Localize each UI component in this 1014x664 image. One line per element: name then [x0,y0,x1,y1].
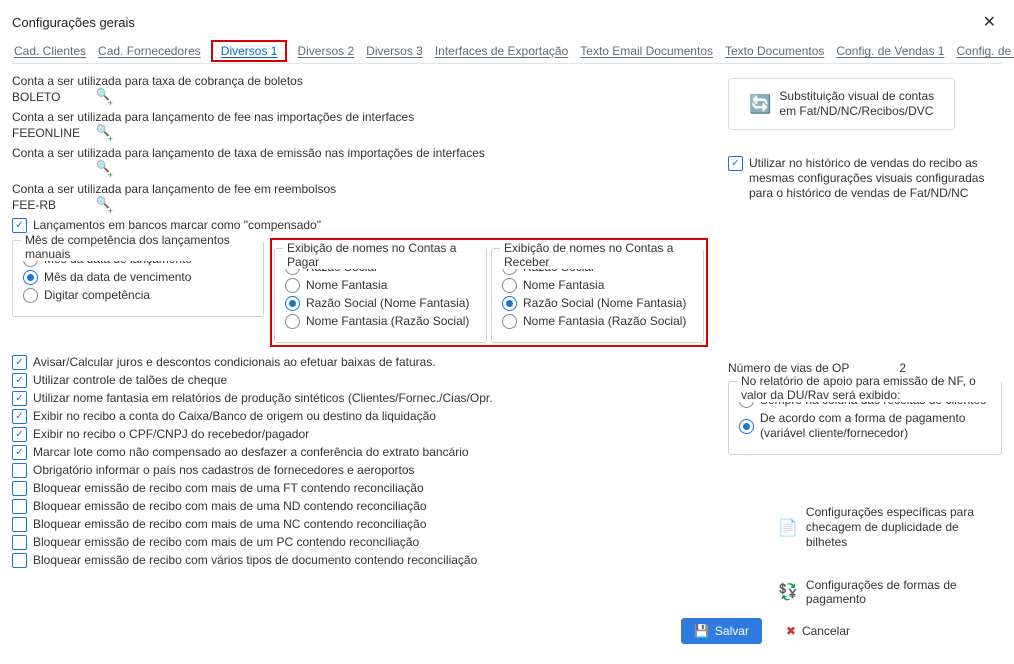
window-title: Configurações gerais [12,15,135,30]
label-mes-vencimento: Mês da data de vencimento [44,270,191,285]
label-conta-fee-import: Conta a ser utilizada para lançamento de… [12,110,708,124]
radio-pagar-fantasia[interactable] [285,278,300,293]
lookup-icon[interactable] [96,126,110,140]
checklist-label: Bloquear emissão de recibo com mais de u… [33,535,419,550]
label-opt: Nome Fantasia [523,278,604,293]
legend-relatorio-nf: No relatório de apoio para emissão de NF… [737,374,1001,402]
tab-config-vendas-1[interactable]: Config. de Vendas 1 [834,40,946,62]
label-historico-vendas: Utilizar no histórico de vendas do recib… [749,156,1002,201]
legend-contas-pagar: Exibição de nomes no Contas a Pagar [283,241,486,269]
close-icon[interactable]: ✕ [977,10,1002,34]
label-opt: Razão Social (Nome Fantasia) [306,296,469,311]
config-formas-pagamento-link[interactable]: Configurações de formas de pagamento [778,578,1002,606]
value-conta-fee-reembolso: FEE-RB [12,198,92,212]
checklist-label: Utilizar nome fantasia em relatórios de … [33,391,493,406]
label-conta-fee-reembolso: Conta a ser utilizada para lançamento de… [12,182,708,196]
group-relatorio-nf: No relatório de apoio para emissão de NF… [728,381,1002,455]
tab-cad-fornecedores[interactable]: Cad. Fornecedores [96,40,203,62]
subst-line2: em Fat/ND/NC/Recibos/DVC [779,104,934,119]
checkbox-compensado[interactable] [12,218,27,233]
label-opt: Nome Fantasia (Razão Social) [306,314,469,329]
tab-diversos-3[interactable]: Diversos 3 [364,40,425,62]
checkbox-item[interactable] [12,499,27,514]
tab-diversos-2[interactable]: Diversos 2 [295,40,356,62]
substituicao-visual-button[interactable]: Substituição visual de contas em Fat/ND/… [728,78,955,130]
label-opt: Nome Fantasia [306,278,387,293]
cancel-button[interactable]: Cancelar [774,618,862,644]
value-conta-boleto: BOLETO [12,90,92,104]
checklist: Avisar/Calcular juros e descontos condic… [12,355,708,568]
highlight-exibicao-nomes: Exibição de nomes no Contas a Pagar Razã… [270,238,708,347]
subst-line1: Substituição visual de contas [779,89,934,104]
checkbox-historico-vendas[interactable] [728,156,743,171]
value-conta-fee-import: FEEONLINE [12,126,92,140]
checklist-label: Exibir no recibo a conta do Caixa/Banco … [33,409,436,424]
tab-interfaces-exportacao[interactable]: Interfaces de Exportação [433,40,570,62]
config-dup-line1: Configurações específicas para [806,505,1002,520]
label-opt: Razão Social (Nome Fantasia) [523,296,686,311]
checkbox-item[interactable] [12,409,27,424]
checkbox-item[interactable] [12,391,27,406]
label-conta-boleto: Conta a ser utilizada para taxa de cobra… [12,74,708,88]
label-compensado: Lançamentos em bancos marcar como "compe… [33,218,321,233]
radio-de-acordo-forma[interactable] [739,419,754,434]
label-opt: Nome Fantasia (Razão Social) [523,314,686,329]
checklist-label: Utilizar controle de talões de cheque [33,373,227,388]
config-dup-line2: checagem de duplicidade de bilhetes [806,520,1002,550]
tab-texto-doc[interactable]: Texto Documentos [723,40,826,62]
value-num-vias: 2 [899,361,906,375]
radio-receber-razao-fantasia[interactable] [502,296,517,311]
checklist-label: Bloquear emissão de recibo com mais de u… [33,481,424,496]
lookup-icon[interactable] [96,90,110,104]
checkbox-item[interactable] [12,553,27,568]
lookup-icon[interactable] [96,162,110,176]
checkbox-item[interactable] [12,535,27,550]
refresh-icon [749,94,771,115]
config-formas-label: Configurações de formas de pagamento [806,578,1002,606]
radio-receber-fantasia-razao[interactable] [502,314,517,329]
label-num-vias: Número de vias de OP [728,361,849,375]
radio-pagar-razao-fantasia[interactable] [285,296,300,311]
checklist-label: Marcar lote como não compensado ao desfa… [33,445,469,460]
radio-receber-fantasia[interactable] [502,278,517,293]
checkbox-item[interactable] [12,445,27,460]
tab-cad-clientes[interactable]: Cad. Clientes [12,40,88,62]
legend-mes-competencia: Mês de competência dos lançamentos manua… [21,233,263,261]
checkbox-item[interactable] [12,427,27,442]
checkbox-item[interactable] [12,481,27,496]
cancel-icon [786,624,796,638]
checkbox-item[interactable] [12,463,27,478]
tabs-bar: Cad. Clientes Cad. Fornecedores Diversos… [12,40,1002,64]
config-duplicidade-link[interactable]: Configurações específicas para checagem … [778,505,1002,550]
checkbox-item[interactable] [12,517,27,532]
payment-icon [778,582,798,602]
legend-contas-receber: Exibição de nomes no Contas a Receber [500,241,703,269]
lookup-icon[interactable] [96,198,110,212]
checklist-label: Bloquear emissão de recibo com mais de u… [33,517,427,532]
save-icon [694,624,709,638]
checklist-label: Bloquear emissão de recibo com mais de u… [33,499,427,514]
document-icon [778,518,798,538]
save-button-label: Salvar [715,624,749,638]
label-digitar-competencia: Digitar competência [44,288,150,303]
tab-config-vendas-2[interactable]: Config. de Vendas 2 [954,40,1014,62]
cancel-button-label: Cancelar [802,624,850,638]
checkbox-item[interactable] [12,355,27,370]
group-mes-competencia: Mês de competência dos lançamentos manua… [12,240,264,317]
save-button[interactable]: Salvar [681,618,762,644]
label-conta-taxa-emissao: Conta a ser utilizada para lançamento de… [12,146,708,160]
radio-mes-vencimento[interactable] [23,270,38,285]
checklist-label: Bloquear emissão de recibo com vários ti… [33,553,477,568]
group-contas-pagar: Exibição de nomes no Contas a Pagar Razã… [274,248,487,343]
group-contas-receber: Exibição de nomes no Contas a Receber Ra… [491,248,704,343]
checkbox-item[interactable] [12,373,27,388]
tab-texto-email-doc[interactable]: Texto Email Documentos [578,40,715,62]
checklist-label: Avisar/Calcular juros e descontos condic… [33,355,436,370]
radio-pagar-fantasia-razao[interactable] [285,314,300,329]
tab-diversos-1[interactable]: Diversos 1 [211,40,288,62]
checklist-label: Obrigatório informar o país nos cadastro… [33,463,415,478]
checklist-label: Exibir no recibo o CPF/CNPJ do recebedor… [33,427,309,442]
radio-digitar-competencia[interactable] [23,288,38,303]
label-de-acordo-forma: De acordo com a forma de pagamento (vari… [760,411,991,441]
